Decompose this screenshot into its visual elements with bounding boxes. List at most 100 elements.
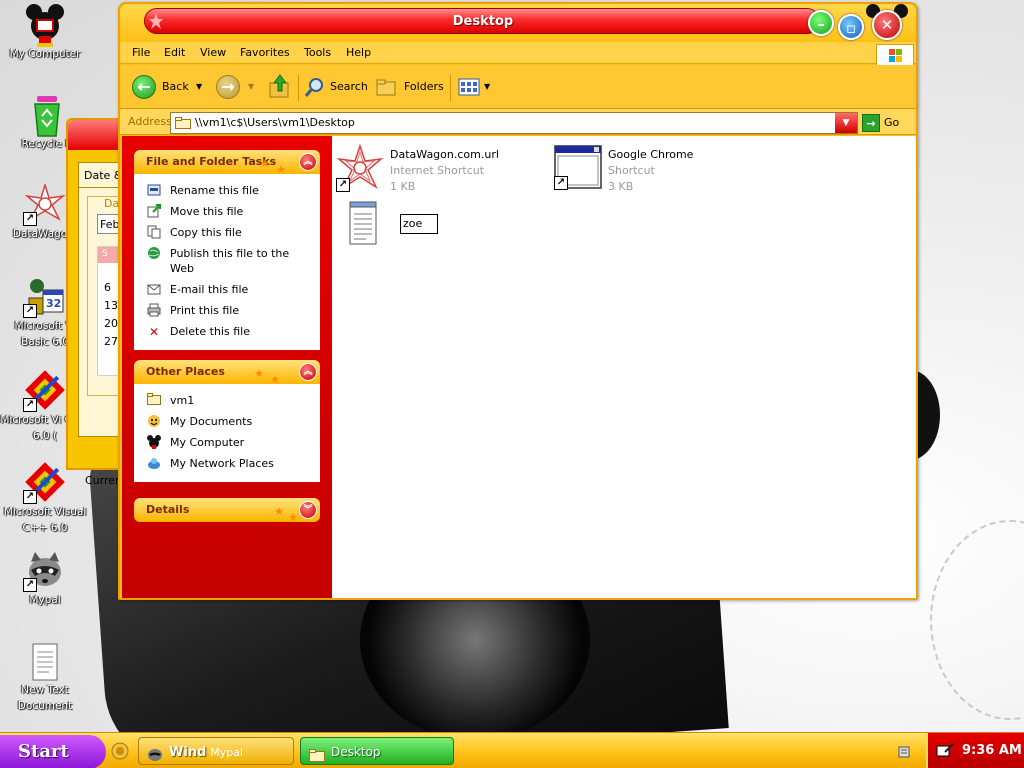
task-label: Rename this file <box>170 184 259 197</box>
other-places-header[interactable]: Other Places ★ ★ ︽ <box>134 360 320 386</box>
shortcut-arrow-icon: ↗ <box>23 398 37 412</box>
task-move-file[interactable]: Move this file <box>134 201 320 222</box>
shortcut-arrow-icon: ↗ <box>336 178 350 192</box>
expand-chevron-icon[interactable]: ︾ <box>299 501 317 519</box>
desktop-icon-label: Mypal <box>29 594 61 606</box>
explorer-window[interactable]: Desktop – ▫ ✕ File Edit View Favorites T… <box>118 2 918 600</box>
visual-cpp-icon: ↗ <box>23 370 65 412</box>
clock[interactable]: 9:36 AM <box>962 733 1022 768</box>
place-vm1[interactable]: vm1 <box>134 390 320 411</box>
menu-favorites[interactable]: Favorites <box>236 42 294 64</box>
menu-view[interactable]: View <box>196 42 230 64</box>
move-icon <box>146 204 162 220</box>
desktop-icon-new-text-document[interactable]: New Text Document <box>0 640 90 714</box>
file-name: DataWagon.com.url <box>390 148 499 161</box>
up-folder-button[interactable] <box>268 73 294 101</box>
desktop-icon-my-computer[interactable]: My Computer <box>0 4 90 62</box>
file-list-area[interactable]: ↗ DataWagon.com.url Internet Shortcut 1 … <box>332 136 916 598</box>
panel-title: File and Folder Tasks <box>146 155 277 168</box>
folder-icon <box>175 117 191 129</box>
task-email-file[interactable]: E-mail this file <box>134 279 320 300</box>
show-hidden-icons-icon[interactable] <box>896 743 912 759</box>
back-arrow-icon: ← <box>132 75 156 99</box>
back-label: Back <box>162 80 189 93</box>
task-publish-file[interactable]: Publish this file to the Web <box>134 243 320 279</box>
mickey-computer-icon <box>25 4 65 47</box>
svg-text:32: 32 <box>46 297 61 310</box>
star-icon: ★ <box>276 163 286 176</box>
search-icon <box>304 78 323 97</box>
application-window-icon: ↗ <box>554 144 602 192</box>
go-label: Go <box>884 116 900 129</box>
menu-help[interactable]: Help <box>342 42 375 64</box>
maximize-button[interactable]: ▫ <box>838 14 864 40</box>
system-tray: 9:36 AM <box>926 733 1024 768</box>
minimize-button[interactable]: – <box>808 10 834 36</box>
file-item-new-text-document[interactable]: zoe <box>344 200 454 250</box>
taskbar: Start Wind Mypal Desktop 9:36 AM <box>0 732 1024 768</box>
menu-file[interactable]: File <box>128 42 154 64</box>
collapse-chevron-icon[interactable]: ︽ <box>299 363 317 381</box>
task-rename-file[interactable]: Rename this file <box>134 180 320 201</box>
address-dropdown-button[interactable]: ▼ <box>835 113 857 133</box>
shortcut-arrow-icon: ↗ <box>554 176 568 190</box>
task-print-file[interactable]: Print this file <box>134 300 320 321</box>
folders-label: Folders <box>404 80 444 93</box>
search-button[interactable]: Search <box>304 73 370 101</box>
file-folder-tasks-header[interactable]: File and Folder Tasks ★ ★ ︽ <box>134 150 320 176</box>
up-folder-icon <box>269 74 289 98</box>
collapse-chevron-icon[interactable]: ︽ <box>299 153 317 171</box>
file-item-google-chrome[interactable]: ↗ Google Chrome Shortcut 3 KB <box>554 144 754 194</box>
file-size: 1 KB <box>390 180 416 193</box>
file-item-datawagon-url[interactable]: ↗ DataWagon.com.url Internet Shortcut 1 … <box>336 143 536 194</box>
title-bar[interactable]: Desktop – ▫ ✕ <box>120 4 916 40</box>
file-folder-tasks-panel: File and Folder Tasks ★ ★ ︽ Rename this … <box>134 150 320 350</box>
toolbar: ← Back ▼ → ▼ Search Folders ▼ <box>120 65 916 109</box>
task-copy-file[interactable]: Copy this file <box>134 222 320 243</box>
rename-input[interactable]: zoe <box>400 214 438 234</box>
task-label: Publish this file to the Web <box>170 247 290 275</box>
panel-body: vm1 My Documents My Computer My Network … <box>134 384 320 482</box>
details-header[interactable]: Details ★ ★ ︾ <box>134 498 320 524</box>
desktop-icon-label: Microsoft Visual C++ 6.0 <box>3 506 87 534</box>
menu-edit[interactable]: Edit <box>160 42 189 64</box>
menu-tools[interactable]: Tools <box>300 42 335 64</box>
taskbar-button-mypal[interactable]: Wind Mypal <box>138 737 294 765</box>
start-button[interactable]: Start <box>0 735 106 768</box>
back-button[interactable]: ← Back ▼ <box>132 73 206 101</box>
file-name: Google Chrome <box>608 148 694 161</box>
forward-button[interactable]: → ▼ <box>216 73 260 101</box>
current-time-zone-label: Curren <box>85 474 123 487</box>
toolbar-separator <box>298 75 299 101</box>
windows-flag-icon <box>889 49 903 62</box>
desktop-icon-mypal[interactable]: ↗ Mypal <box>0 550 90 608</box>
search-label: Search <box>330 80 368 93</box>
recycle-bin-icon <box>27 94 67 137</box>
desktop-icon-visual-cpp-2[interactable]: ↗ Microsoft Visual C++ 6.0 <box>0 462 90 536</box>
taskbar-button-label: Wind <box>169 745 207 760</box>
datawagon-star-icon: ↗ <box>336 143 384 192</box>
address-input[interactable]: \\vm1\c$\Users\vm1\Desktop ▼ <box>170 112 858 134</box>
place-my-network-places[interactable]: My Network Places <box>134 453 320 474</box>
taskbar-button-desktop[interactable]: Desktop <box>300 737 454 765</box>
go-arrow-icon: → <box>862 114 880 132</box>
mickey-computer-icon <box>146 435 162 451</box>
place-my-documents[interactable]: My Documents <box>134 411 320 432</box>
place-my-computer[interactable]: My Computer <box>134 432 320 453</box>
panel-body: Rename this file Move this file Copy thi… <box>134 174 320 350</box>
star-icon: ★ <box>288 511 298 524</box>
task-label: Copy this file <box>170 226 242 239</box>
quick-launch-icon[interactable] <box>110 741 130 761</box>
chevron-down-icon: ▼ <box>484 82 491 91</box>
views-button[interactable]: ▼ <box>458 73 494 101</box>
raccoon-icon: ↗ <box>23 550 65 592</box>
tray-network-icon[interactable] <box>936 743 954 759</box>
go-button[interactable]: → Go <box>862 113 899 133</box>
desktop-icon-label: New Text Document <box>17 684 73 712</box>
close-button[interactable]: ✕ <box>872 10 902 40</box>
task-delete-file[interactable]: ✕ Delete this file <box>134 321 320 342</box>
desktop-icon-label: My Computer <box>9 48 81 60</box>
folders-button[interactable]: Folders <box>376 73 444 101</box>
place-label: My Network Places <box>170 457 274 470</box>
rename-icon <box>146 183 162 199</box>
